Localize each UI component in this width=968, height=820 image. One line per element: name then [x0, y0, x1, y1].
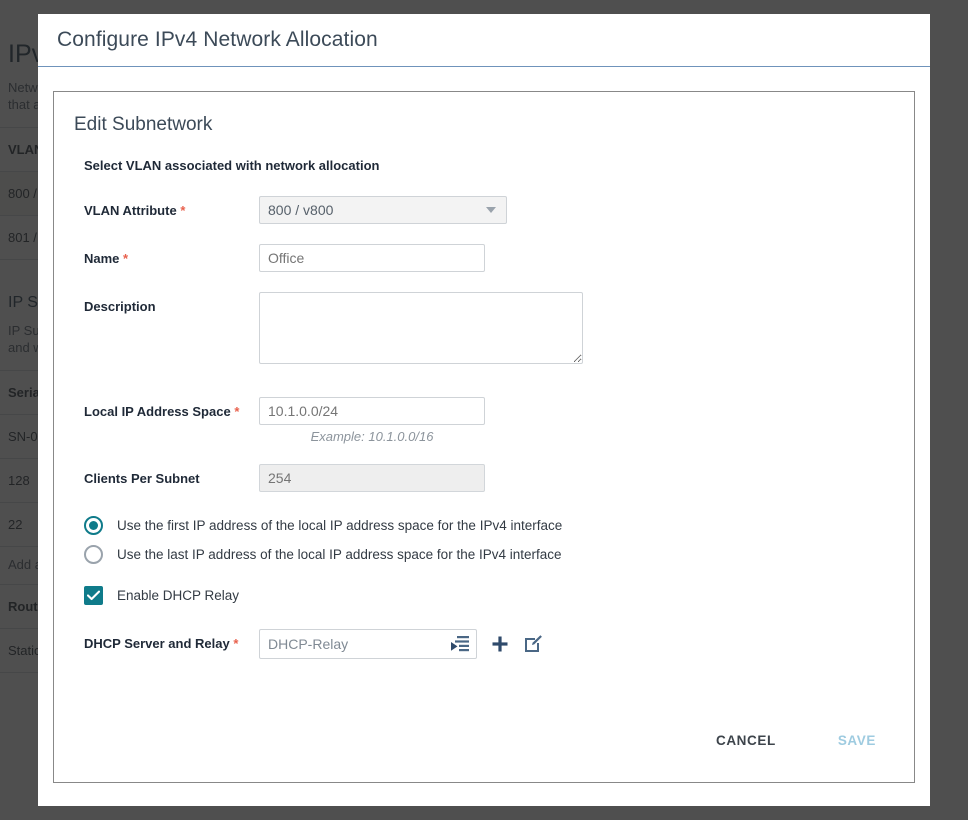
- card-footer: CANCEL SAVE: [54, 725, 914, 782]
- clients-per-subnet-row: Clients Per Subnet: [84, 464, 914, 492]
- required-marker: *: [233, 636, 238, 651]
- dialog-header: Configure IPv4 Network Allocation: [38, 14, 930, 67]
- local-ip-input[interactable]: [259, 397, 485, 425]
- description-textarea[interactable]: [259, 292, 583, 364]
- vlan-attribute-row: VLAN Attribute * 800 / v800: [84, 196, 914, 224]
- edit-subnetwork-card: Edit Subnetwork Select VLAN associated w…: [53, 91, 915, 783]
- dhcp-server-value: DHCP-Relay: [268, 636, 450, 652]
- dialog-title: Configure IPv4 Network Allocation: [57, 28, 378, 52]
- name-input[interactable]: [259, 244, 485, 272]
- radio-first-ip-icon[interactable]: [84, 516, 103, 535]
- checkbox-checked-icon[interactable]: [84, 586, 103, 605]
- radio-last-ip-label: Use the last IP address of the local IP …: [117, 547, 562, 562]
- local-ip-label: Local IP Address Space *: [84, 397, 259, 419]
- name-control: [259, 244, 485, 272]
- local-ip-hint: Example: 10.1.0.0/16: [259, 425, 485, 444]
- radio-option-first-ip[interactable]: Use the first IP address of the local IP…: [84, 516, 914, 535]
- dhcp-server-control: DHCP-Relay: [259, 629, 543, 659]
- vlan-section-label: Select VLAN associated with network allo…: [84, 158, 914, 173]
- clients-per-subnet-label-text: Clients Per Subnet: [84, 471, 200, 486]
- radio-first-ip-label: Use the first IP address of the local IP…: [117, 518, 562, 533]
- ipv4-interface-radio-group: Use the first IP address of the local IP…: [84, 516, 914, 564]
- enable-dhcp-relay-row[interactable]: Enable DHCP Relay: [84, 586, 914, 605]
- clients-per-subnet-label: Clients Per Subnet: [84, 464, 259, 486]
- description-label-text: Description: [84, 299, 156, 314]
- vlan-attribute-select[interactable]: 800 / v800: [259, 196, 507, 224]
- dhcp-server-label: DHCP Server and Relay *: [84, 629, 259, 651]
- cancel-button[interactable]: CANCEL: [706, 725, 786, 756]
- dhcp-server-label-text: DHCP Server and Relay: [84, 636, 230, 651]
- vlan-attribute-label: VLAN Attribute *: [84, 196, 259, 218]
- local-ip-row: Local IP Address Space * Example: 10.1.0…: [84, 397, 914, 444]
- required-marker: *: [180, 203, 185, 218]
- local-ip-control: Example: 10.1.0.0/16: [259, 397, 485, 444]
- save-button[interactable]: SAVE: [828, 725, 886, 756]
- chevron-down-icon: [486, 207, 496, 213]
- card-title: Edit Subnetwork: [54, 114, 914, 136]
- filter-list-arrow-icon[interactable]: [450, 635, 470, 653]
- dhcp-server-row: DHCP Server and Relay * DHCP-Relay: [84, 629, 914, 659]
- dhcp-server-field[interactable]: DHCP-Relay: [259, 629, 477, 659]
- required-marker: *: [234, 404, 239, 419]
- configure-network-allocation-dialog: Configure IPv4 Network Allocation Edit S…: [38, 14, 930, 806]
- local-ip-label-text: Local IP Address Space: [84, 404, 231, 419]
- edit-square-icon[interactable]: [523, 634, 543, 654]
- name-label: Name *: [84, 244, 259, 266]
- plus-icon[interactable]: [491, 635, 509, 653]
- description-label: Description: [84, 292, 259, 314]
- radio-last-ip-icon[interactable]: [84, 545, 103, 564]
- clients-per-subnet-input: [259, 464, 485, 492]
- vlan-attribute-value: 800 / v800: [268, 202, 333, 218]
- enable-dhcp-relay-label: Enable DHCP Relay: [117, 588, 239, 603]
- clients-per-subnet-control: [259, 464, 485, 492]
- description-row: Description: [84, 292, 914, 369]
- radio-option-last-ip[interactable]: Use the last IP address of the local IP …: [84, 545, 914, 564]
- name-label-text: Name: [84, 251, 119, 266]
- subnetwork-form: Select VLAN associated with network allo…: [54, 158, 914, 725]
- name-row: Name *: [84, 244, 914, 272]
- vlan-attribute-label-text: VLAN Attribute: [84, 203, 177, 218]
- vlan-attribute-control: 800 / v800: [259, 196, 507, 224]
- description-control: [259, 292, 583, 369]
- dialog-body: Edit Subnetwork Select VLAN associated w…: [38, 67, 930, 806]
- required-marker: *: [123, 251, 128, 266]
